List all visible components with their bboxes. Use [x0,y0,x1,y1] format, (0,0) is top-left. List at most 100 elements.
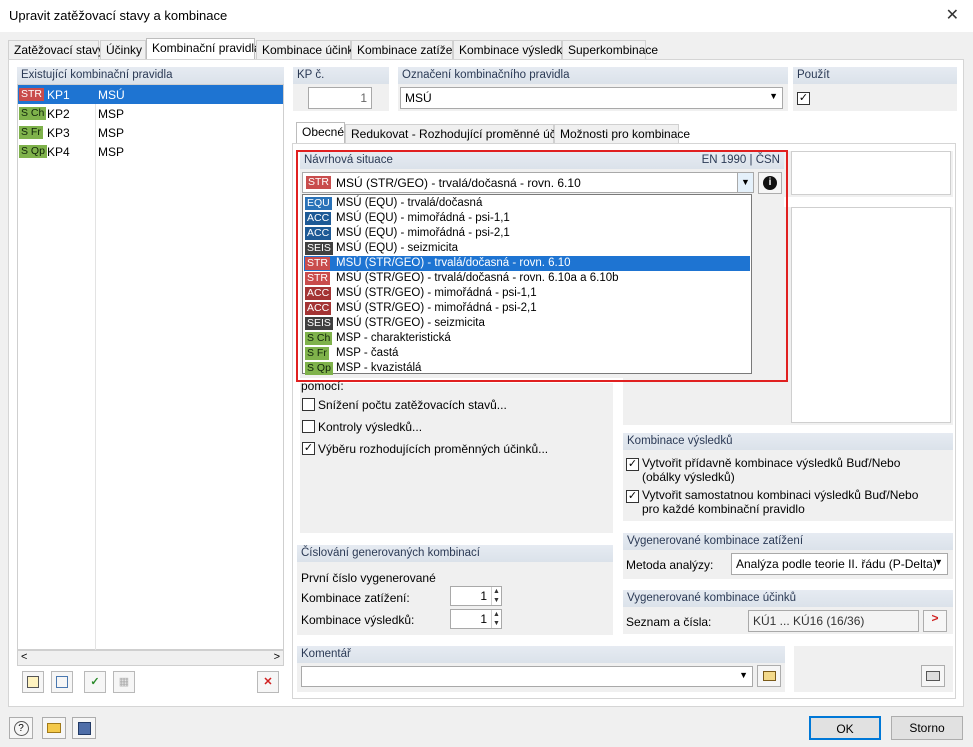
close-icon[interactable]: ✕ [946,5,959,25]
designation-label: Označení kombinačního pravidla [398,67,788,84]
rule-name: MSP [98,145,125,159]
generated-load-comb-group: Vygenerované kombinace zatížení Metoda a… [623,533,953,579]
separate-either-or-label: Vytvořit samostatnou kombinaci výsledků … [642,488,919,502]
folder-icon [47,723,61,733]
sub-tabs: Obecné Redukovat - Rozhodující proměnné … [296,122,690,144]
library-icon [762,671,776,681]
save-button[interactable] [72,717,96,739]
separate-either-or-sublabel: pro každé kombinační pravidlo [642,502,805,516]
result-combinations-header: Kombinace výsledků [623,433,953,450]
tab-moznosti[interactable]: Možnosti pro kombinace [554,124,690,143]
rules-list[interactable]: STR KP1 MSÚ S Ch KP2 MSP S Fr KP3 MSP S … [17,84,284,651]
pomoci-label: pomocí: [301,379,344,393]
new-rule-button[interactable] [22,671,44,693]
window-title: Upravit zatěžovací stavy a kombinace [9,8,228,23]
delete-icon: ✕ [263,676,273,688]
result-checks-label: Kontroly výsledků... [318,420,423,434]
chevron-down-icon[interactable]: ▼ [934,557,943,567]
numbering-group: Číslování generovaných kombinací První č… [297,545,613,635]
comment-library-button[interactable] [757,665,781,687]
chevron-down-icon[interactable]: ▼ [769,91,778,101]
result-comb-number[interactable]: 1 ▲ ▼ [450,609,502,629]
print-icon [926,671,940,681]
separate-either-or-checkbox[interactable]: ✓ [626,490,639,503]
reduce-label: Snížení počtu zatěžovacích stavů... [318,398,507,412]
tab-kombinace-vysledku[interactable]: Kombinace výsledků [453,40,569,59]
generated-action-comb-group: Vygenerované kombinace účinků Seznam a č… [623,590,953,634]
kp-group: KP č. 1 [293,67,389,111]
existing-rules-header: Existující kombinační pravidla [17,67,284,84]
comment-header: Komentář [297,646,785,663]
tab-kombinacni-pravidla[interactable]: Kombinační pravidla [146,38,261,60]
list-item[interactable]: S Fr KP3 MSP [18,123,283,142]
help-button[interactable]: ? [9,717,33,739]
right-mid-field [791,207,951,423]
analysis-method-combo[interactable]: Analýza podle teorie II. řádu (P-Delta) … [731,553,948,575]
copy-icon [56,676,68,688]
str-badge: STR [19,88,44,101]
load-comb-label: Kombinace zatížení: [301,591,410,605]
rule-code: KP1 [47,88,70,102]
right-top-field [791,151,951,195]
governing-effects-checkbox[interactable]: ✓ [302,442,315,455]
rule-name: MSP [98,107,125,121]
scroll-right-icon[interactable]: > [274,651,280,663]
help-icon: ? [13,721,29,736]
result-checks-checkbox[interactable] [302,420,315,433]
rule-name: MSP [98,126,125,140]
highlight-frame [296,150,788,382]
either-or-checkbox[interactable]: ✓ [626,458,639,471]
list-item[interactable]: STR KP1 MSÚ [18,85,283,104]
chevron-down-icon[interactable]: ▼ [739,670,748,680]
tab-obecne[interactable]: Obecné [296,122,345,144]
rule-name: MSÚ [98,88,125,102]
open-button[interactable] [42,717,66,739]
spinner-icon[interactable]: ▲ ▼ [491,587,501,605]
save-icon [77,722,91,735]
ok-button[interactable]: OK [809,716,881,740]
tab-kombinace-ucinku[interactable]: Kombinace účinků [256,40,360,59]
options-group: pomocí: Snížení počtu zatěžovacích stavů… [300,379,613,533]
result-comb-value: 1 [480,612,487,626]
load-comb-number[interactable]: 1 ▲ ▼ [450,586,502,606]
designation-combo[interactable]: MSÚ ▼ [400,87,783,109]
reduce-checkbox[interactable] [302,398,315,411]
use-checkbox[interactable]: ✓ [797,92,810,105]
existing-rules-group: Existující kombinační pravidla [17,67,284,84]
rule-code: KP3 [47,126,70,140]
horizontal-scrollbar[interactable]: < > [17,650,284,666]
tab-superkombinace[interactable]: Superkombinace [562,40,658,59]
sqp-badge: S Qp [19,145,47,158]
generated-load-comb-header: Vygenerované kombinace zatížení [623,533,953,550]
print-button[interactable] [921,665,945,687]
generated-action-comb-header: Vygenerované kombinace účinků [623,590,953,607]
either-or-label: Vytvořit přídavně kombinace výsledků Buď… [642,456,901,470]
scroll-left-icon[interactable]: < [21,651,27,663]
tab-zatezovaci-stavy[interactable]: Zatěžovací stavy [8,40,104,59]
check-rule-button[interactable]: ✓ [84,671,106,693]
comment-combo[interactable]: ▼ [301,666,753,687]
list-numbers-label: Seznam a čísla: [626,615,712,629]
result-comb-label: Kombinace výsledků: [301,613,415,627]
first-number-label: První číslo vygenerované [301,571,436,585]
numbering-header: Číslování generovaných kombinací [297,545,613,562]
tab-redukovat[interactable]: Redukovat - Rozhodující proměnné účinky [345,124,577,143]
sfr-badge: S Fr [19,126,43,139]
either-or-sublabel: (obálky výsledků) [642,470,735,484]
cancel-button[interactable]: Storno [891,716,963,740]
delete-rule-button[interactable]: ✕ [257,671,279,693]
analysis-method-value: Analýza podle teorie II. řádu (P-Delta) [736,557,937,571]
delete-unused-button[interactable]: ▦ [113,671,135,693]
sch-badge: S Ch [19,107,47,120]
tab-kombinace-zatizeni[interactable]: Kombinace zatížení [351,40,462,59]
go-button[interactable]: > [923,610,947,632]
use-group: Použít ✓ [793,67,957,111]
tab-ucinky[interactable]: Účinky [100,40,146,59]
main-tabs: Zatěžovací stavy Účinky Kombinační pravi… [8,38,658,60]
kp-label: KP č. [293,67,389,84]
list-item[interactable]: S Qp KP4 MSP [18,142,283,161]
copy-rule-button[interactable] [51,671,73,693]
spinner-icon[interactable]: ▲ ▼ [491,610,501,628]
list-item[interactable]: S Ch KP2 MSP [18,104,283,123]
grid-x-icon: ▦ [118,676,130,688]
